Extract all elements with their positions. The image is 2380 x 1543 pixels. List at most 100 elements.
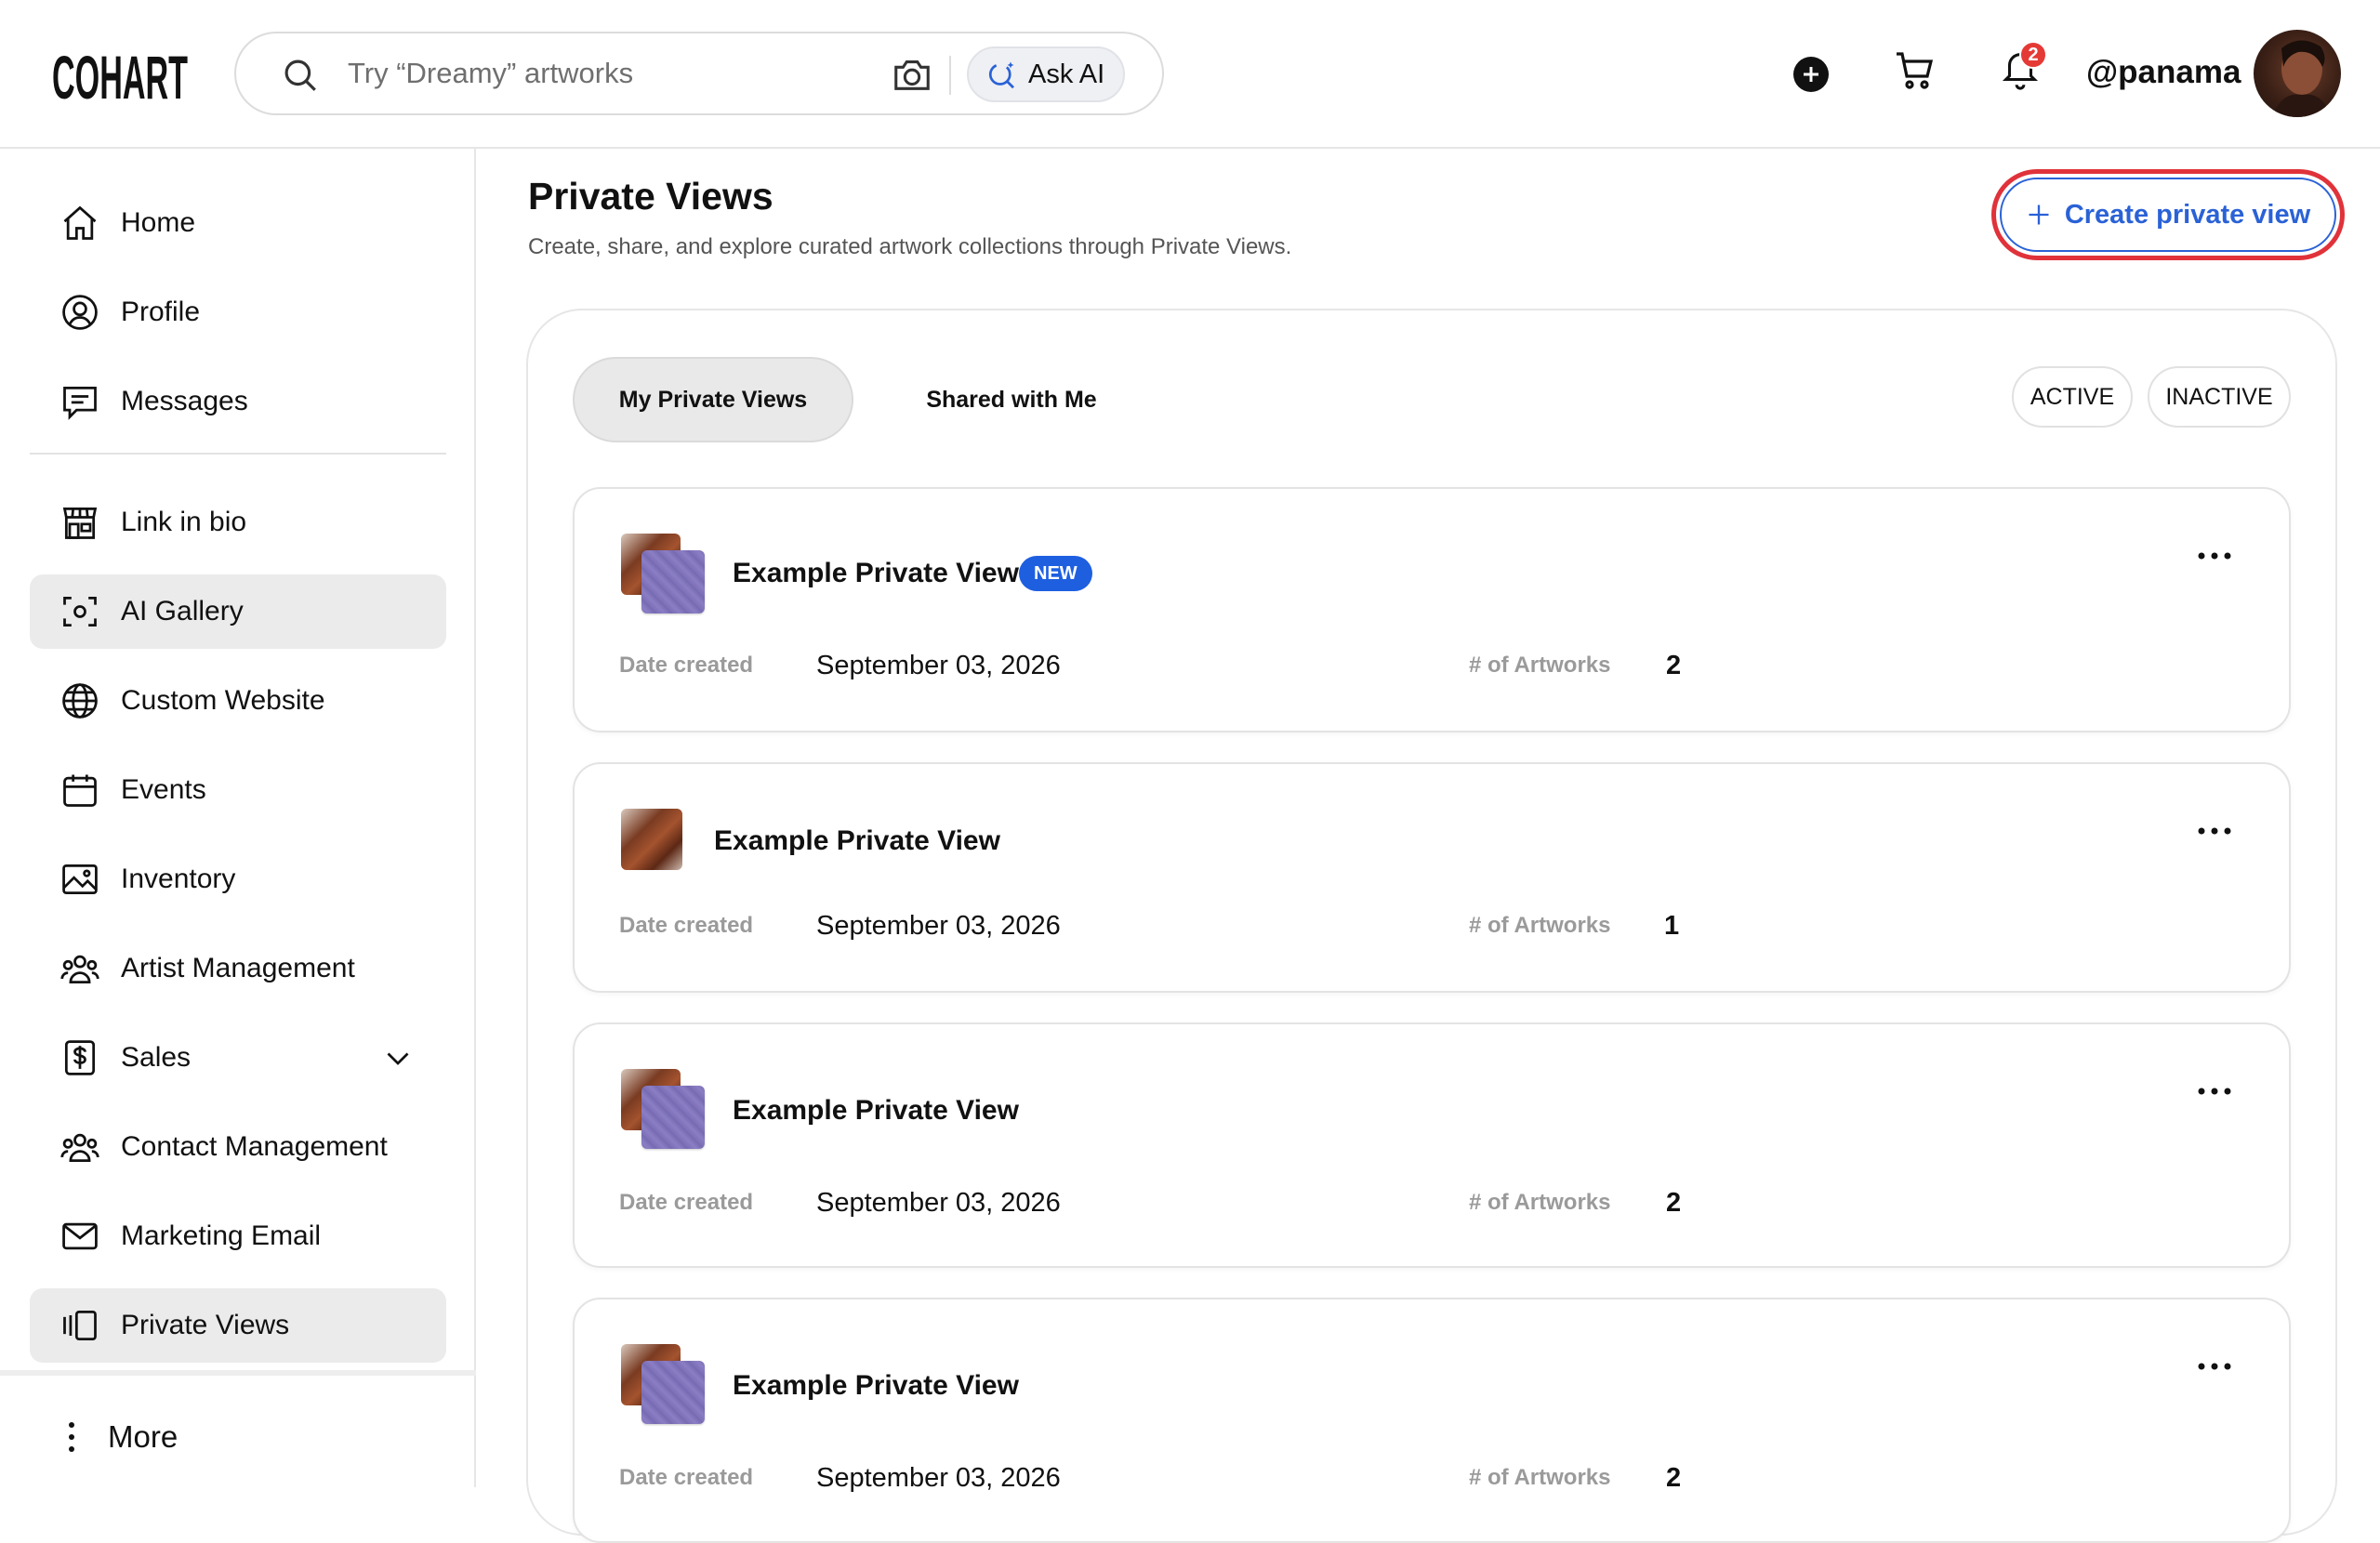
avatar[interactable] [2254,30,2341,117]
sidebar-item-label: Sales [121,1042,192,1073]
cart-icon[interactable] [1893,48,1937,93]
scan-icon [60,591,100,632]
sidebar-item-label: Inventory [121,864,236,894]
sidebar-item-home[interactable]: Home [30,186,446,260]
dollar-doc-icon [60,1037,100,1078]
more-options-icon[interactable] [2196,1082,2233,1101]
artwork-thumbnail-stack [621,1069,705,1149]
private-view-name: Example Private View [733,1095,1019,1126]
message-icon [60,381,100,422]
artwork-count-label: # of Artworks [1469,653,1611,678]
page-subtitle: Create, share, and explore curated artwo… [528,234,1292,259]
sidebar-item-inventory[interactable]: Inventory [30,842,446,917]
sidebar-item-sales[interactable]: Sales [30,1021,446,1095]
more-label: More [108,1419,178,1454]
plus-icon [2026,202,2052,228]
date-created-value: September 03, 2026 [816,651,1061,680]
sidebar-item-link-in-bio[interactable]: Link in bio [30,485,446,560]
date-created-value: September 03, 2026 [816,911,1061,941]
ai-sparkle-icon [985,58,1019,91]
artwork-thumbnail-stack [621,534,705,613]
private-view-name: Example Private View [714,825,1000,856]
username[interactable]: @panama [2086,54,2241,91]
date-created-label: Date created [619,913,754,938]
sidebar-item-label: Artist Management [121,953,355,983]
private-views-icon [60,1305,100,1346]
sidebar-item-contact-management[interactable]: Contact Management [30,1110,446,1184]
sidebar-item-messages[interactable]: Messages [30,364,446,439]
more-button[interactable]: More [30,1409,178,1465]
artwork-count-value: 2 [1666,1188,1682,1218]
sidebar-item-custom-website[interactable]: Custom Website [30,664,446,738]
sidebar: Home Profile Messages Link in bio AI Gal… [0,149,476,1487]
home-icon [60,203,100,244]
sidebar-item-label: Private Views [121,1310,290,1340]
filter-inactive[interactable]: INACTIVE [2148,366,2291,428]
users-icon [60,1127,100,1167]
private-view-card[interactable]: Example Private View Date created Septem… [573,1298,2291,1543]
calendar-icon [60,770,100,811]
add-icon[interactable] [1792,56,1830,93]
new-badge: NEW [1019,556,1092,591]
sidebar-item-marketing-email[interactable]: Marketing Email [30,1199,446,1273]
svg-text:COHART: COHART [52,43,188,108]
sidebar-item-profile[interactable]: Profile [30,275,446,349]
artwork-count-value: 2 [1666,651,1682,680]
mail-icon [60,1216,100,1257]
sidebar-item-label: Custom Website [121,685,325,716]
more-options-icon[interactable] [2196,547,2233,565]
private-view-card[interactable]: Example Private View Date created Septem… [573,1022,2291,1268]
create-private-view-label: Create private view [2064,199,2311,230]
artwork-thumbnail [621,809,705,889]
sidebar-item-label: Events [121,774,206,805]
create-private-view-button[interactable]: Create private view [2000,178,2336,252]
image-icon [60,859,100,900]
tab-shared-with-me[interactable]: Shared with Me [872,357,1151,442]
artwork-count-label: # of Artworks [1469,1190,1611,1215]
user-circle-icon [60,292,100,333]
storefront-icon [60,502,100,543]
sidebar-item-ai-gallery[interactable]: AI Gallery [30,574,446,649]
private-view-card[interactable]: Example Private View NEW Date created Se… [573,487,2291,732]
tab-my-private-views[interactable]: My Private Views [573,357,853,442]
artwork-count-value: 2 [1666,1463,1682,1493]
sidebar-item-label: Marketing Email [121,1220,322,1251]
users-icon [60,948,100,989]
sidebar-item-label: Profile [121,297,201,327]
more-options-icon[interactable] [2196,1357,2233,1376]
more-vertical-icon [67,1420,76,1454]
create-button-highlight: Create private view [1991,169,2345,260]
sidebar-item-label: Messages [121,386,248,416]
cohart-logo[interactable]: COHART [52,43,192,108]
sidebar-divider [30,453,446,455]
ask-ai-button[interactable]: Ask AI [967,46,1125,102]
search-icon [281,56,320,95]
ask-ai-label: Ask AI [1028,59,1105,89]
sidebar-item-label: Link in bio [121,507,247,537]
page-title: Private Views [528,175,774,218]
artwork-count-label: # of Artworks [1469,913,1611,938]
artwork-thumbnail-stack [621,1344,705,1424]
notification-badge: 2 [2019,41,2047,69]
more-options-icon[interactable] [2196,822,2233,840]
chevron-down-icon[interactable] [381,1041,415,1075]
sidebar-item-label: Contact Management [121,1131,388,1162]
sidebar-item-private-views[interactable]: Private Views [30,1288,446,1363]
sidebar-item-label: Home [121,207,196,238]
camera-icon[interactable] [891,54,933,95]
private-views-panel: My Private Views Shared with Me ACTIVE I… [526,309,2337,1543]
date-created-value: September 03, 2026 [816,1463,1061,1493]
sidebar-item-artist-management[interactable]: Artist Management [30,931,446,1006]
date-created-value: September 03, 2026 [816,1188,1061,1218]
sidebar-item-events[interactable]: Events [30,753,446,827]
private-view-name: Example Private View [733,1370,1019,1401]
private-view-name: Example Private View [733,558,1019,588]
search-bar: Ask AI [234,32,1164,115]
private-view-card[interactable]: Example Private View Date created Septem… [573,762,2291,993]
sidebar-item-label: AI Gallery [121,596,244,626]
filter-active[interactable]: ACTIVE [2012,366,2133,428]
date-created-label: Date created [619,653,754,678]
artwork-count-value: 1 [1664,911,1680,941]
search-separator [949,56,951,95]
globe-icon [60,680,100,721]
